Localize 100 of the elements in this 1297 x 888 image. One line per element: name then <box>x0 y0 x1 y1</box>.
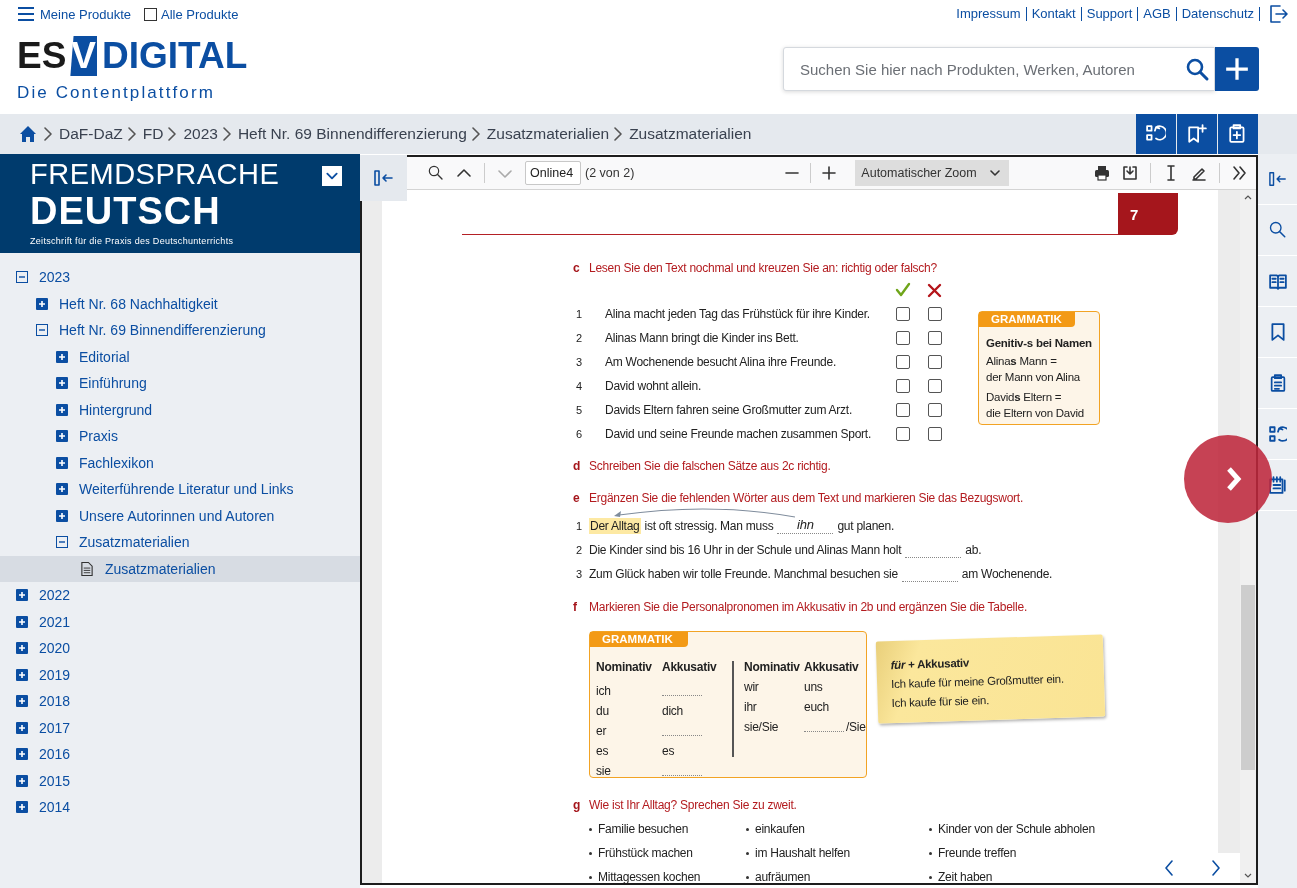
download-icon[interactable] <box>1122 165 1138 181</box>
add-note-button[interactable] <box>1218 114 1258 154</box>
expand-toggle-icon[interactable] <box>56 483 68 496</box>
expand-toggle-icon[interactable] <box>16 642 28 655</box>
next-icon[interactable] <box>1211 860 1222 876</box>
expand-toggle-icon[interactable] <box>56 377 68 390</box>
scrollbar-thumb[interactable] <box>1241 585 1255 770</box>
page-number-field[interactable]: Online4 <box>525 161 581 185</box>
expand-toggle-icon[interactable] <box>56 403 68 416</box>
search-icon[interactable] <box>1268 221 1287 239</box>
tree-item[interactable]: 2018 <box>0 688 360 715</box>
add-button[interactable] <box>1215 47 1259 91</box>
tree-item[interactable]: 2016 <box>0 741 360 768</box>
zoom-select[interactable]: Automatischer Zoom <box>855 160 1010 186</box>
history-icon[interactable] <box>1268 425 1287 443</box>
logout-icon[interactable] <box>1268 4 1288 24</box>
checkbox[interactable] <box>895 403 910 417</box>
tree-item[interactable]: Weiterführende Literatur und Links <box>0 476 360 503</box>
tree-item[interactable]: 2021 <box>0 608 360 635</box>
breadcrumb-link[interactable]: 2023 <box>183 125 218 143</box>
tree-item[interactable]: Unsere Autorinnen und Autoren <box>0 502 360 529</box>
footer-link[interactable]: Support <box>1081 7 1139 21</box>
dropdown-button[interactable] <box>322 166 342 186</box>
bookmark-icon[interactable] <box>1268 323 1287 341</box>
expand-toggle-icon[interactable] <box>16 721 28 734</box>
history-button[interactable] <box>1136 114 1176 154</box>
pen-icon[interactable] <box>1191 165 1207 181</box>
column-header: Nominativ <box>596 660 653 674</box>
expand-toggle-icon[interactable] <box>36 297 48 310</box>
checkbox[interactable] <box>927 307 942 321</box>
checkbox[interactable] <box>144 7 158 21</box>
breadcrumb-link[interactable]: Zusatzmaterialien <box>629 125 752 143</box>
breadcrumb-link[interactable]: Heft Nr. 69 Binnendifferenzierung <box>237 125 467 143</box>
expand-toggle-icon[interactable] <box>16 695 28 708</box>
search-icon[interactable] <box>428 165 444 181</box>
tree-item[interactable]: Zusatzmaterialien <box>0 529 360 556</box>
tree-item[interactable]: Fachlexikon <box>0 449 360 476</box>
tree-item[interactable]: Praxis <box>0 423 360 450</box>
scroll-up-icon[interactable] <box>1244 194 1252 200</box>
checkbox[interactable] <box>927 403 942 417</box>
tree-item[interactable]: Zusatzmaterialien <box>0 555 360 582</box>
checkbox[interactable] <box>895 379 910 393</box>
expand-toggle-icon[interactable] <box>16 668 28 681</box>
footer-link[interactable]: Impressum <box>951 7 1027 21</box>
scroll-down-icon[interactable] <box>1244 873 1252 879</box>
checkbox[interactable] <box>927 427 942 441</box>
tree-item[interactable]: 2020 <box>0 635 360 662</box>
footer-link[interactable]: AGB <box>1138 7 1177 21</box>
search-field[interactable]: Suchen Sie hier nach Produkten, Werken, Autoren <box>783 47 1215 91</box>
breadcrumb-link[interactable]: DaF-DaZ <box>59 125 123 143</box>
breadcrumb-link[interactable]: FD <box>142 125 164 143</box>
tree-item[interactable]: 2014 <box>0 794 360 821</box>
collapse-toggle-icon[interactable] <box>36 324 48 337</box>
checkbox[interactable] <box>895 331 910 345</box>
tree-item[interactable]: 2015 <box>0 767 360 794</box>
zoom-in-icon[interactable] <box>821 165 838 181</box>
expand-toggle-icon[interactable] <box>56 509 68 522</box>
breadcrumb-link[interactable]: Zusatzmaterialien <box>486 125 610 143</box>
tree-item[interactable]: Editorial <box>0 343 360 370</box>
collapse-toggle-icon[interactable] <box>16 271 28 284</box>
double-chevron-icon[interactable] <box>1232 165 1248 181</box>
checkbox[interactable] <box>895 307 910 321</box>
item-number: 6 <box>575 428 583 440</box>
checkbox-option[interactable]: Alle Produkte <box>144 6 239 22</box>
expand-toggle-icon[interactable] <box>16 748 28 761</box>
expand-toggle-icon[interactable] <box>16 615 28 628</box>
item-number: 1 <box>575 308 583 320</box>
expand-toggle-icon[interactable] <box>16 801 28 814</box>
checkbox[interactable] <box>927 379 942 393</box>
tree-item[interactable]: 2023 <box>0 264 360 291</box>
checkbox[interactable] <box>895 355 910 369</box>
tree-item[interactable]: Heft Nr. 68 Nachhaltigkeit <box>0 290 360 317</box>
expand-toggle-icon[interactable] <box>16 774 28 787</box>
chevron-icon <box>167 127 178 141</box>
footer-link[interactable]: Datenschutz <box>1176 7 1260 21</box>
tree-item[interactable]: 2019 <box>0 661 360 688</box>
expand-toggle-icon[interactable] <box>16 589 28 602</box>
footer-link[interactable]: Kontakt <box>1026 7 1082 21</box>
add-bookmark-button[interactable] <box>1177 114 1217 154</box>
book-icon[interactable] <box>1268 272 1287 290</box>
home-icon[interactable] <box>19 125 37 143</box>
collapse-icon[interactable] <box>1268 170 1287 188</box>
expand-toggle-icon[interactable] <box>56 350 68 363</box>
clipboard-icon[interactable] <box>1268 374 1287 392</box>
checkbox[interactable] <box>927 355 942 369</box>
expand-toggle-icon[interactable] <box>56 430 68 443</box>
tree-item[interactable]: 2022 <box>0 582 360 609</box>
fill-in-line[interactable]: ihn <box>777 518 834 534</box>
expand-toggle-icon[interactable] <box>56 456 68 469</box>
tree-item[interactable]: Hintergrund <box>0 396 360 423</box>
checkbox[interactable] <box>927 331 942 345</box>
checkbox[interactable] <box>895 427 910 441</box>
previous-icon[interactable] <box>1163 860 1174 876</box>
menu-link[interactable]: Meine Produkte <box>18 6 132 22</box>
tree-item[interactable]: Einführung <box>0 370 360 397</box>
collapse-sidebar-button[interactable] <box>360 155 407 201</box>
tree-item[interactable]: Heft Nr. 69 Binnendifferenzierung <box>0 317 360 344</box>
printer-icon[interactable] <box>1094 165 1110 181</box>
tree-item[interactable]: 2017 <box>0 714 360 741</box>
collapse-toggle-icon[interactable] <box>56 536 68 549</box>
